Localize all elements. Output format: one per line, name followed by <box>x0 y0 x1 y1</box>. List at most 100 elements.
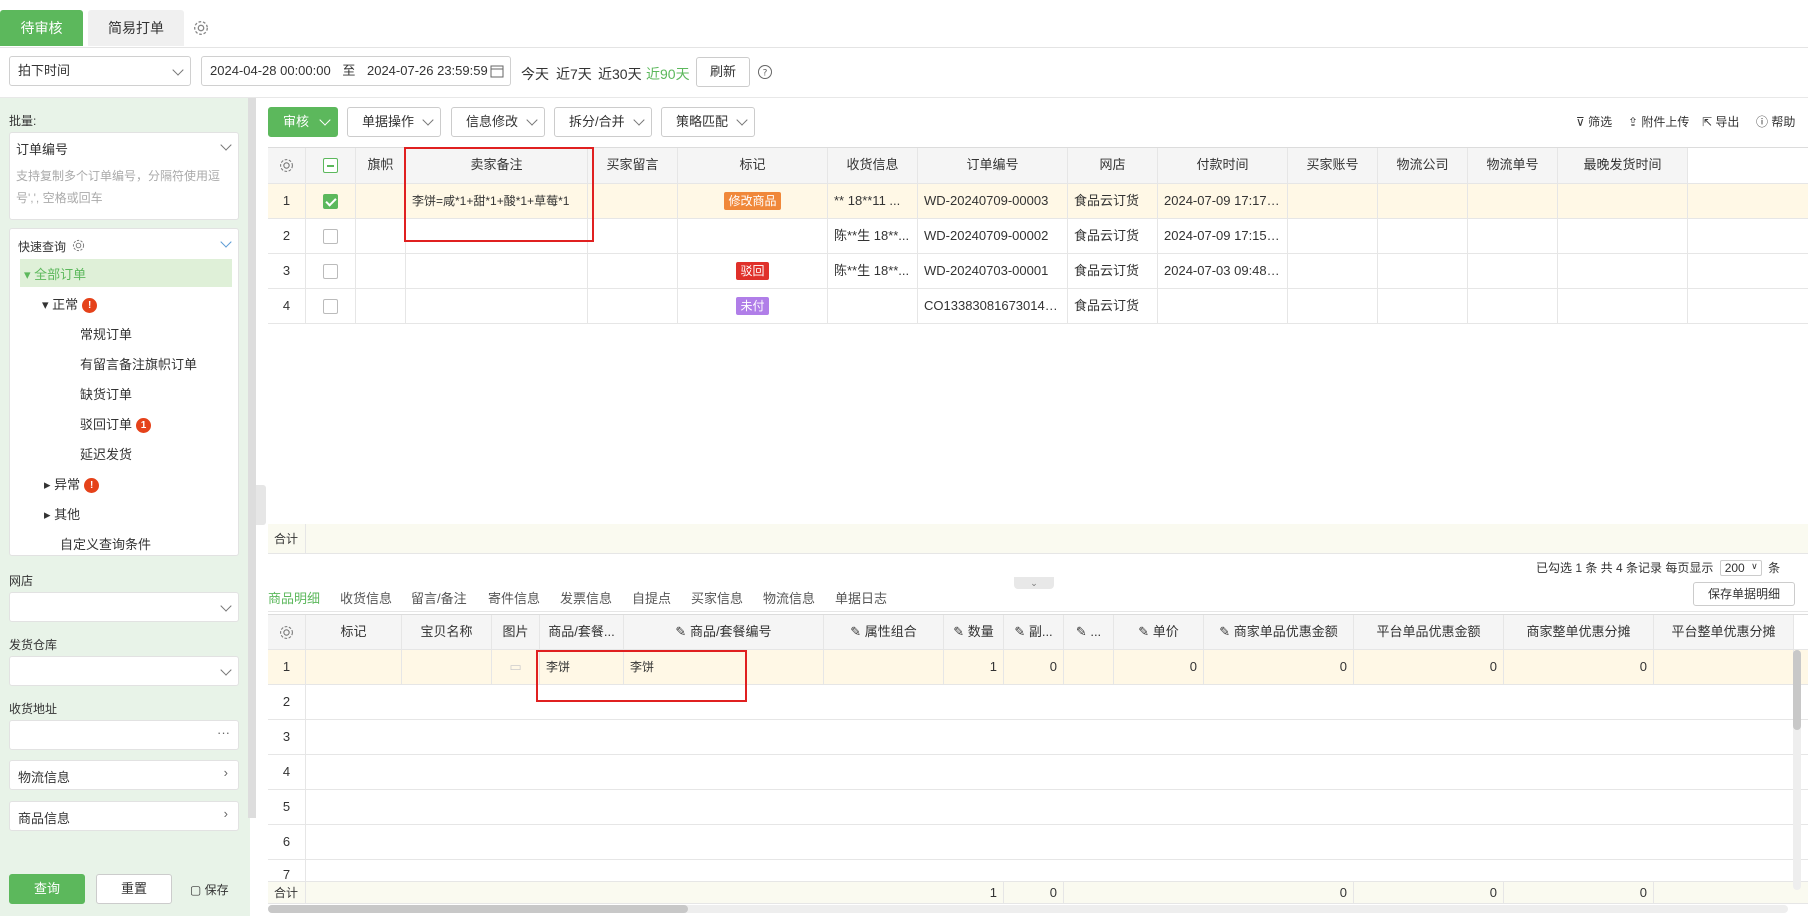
seller-note-cell[interactable] <box>406 289 588 323</box>
quick-30days[interactable]: 近30天 <box>598 64 642 84</box>
table-row[interactable]: 3 驳回 陈**生 18**... WD-20240703-00001 食品云订… <box>268 254 1808 289</box>
logistics-info[interactable]: 物流信息 › <box>9 760 239 790</box>
shop-select[interactable] <box>9 592 239 622</box>
tree-item-flagged[interactable]: 有留言备注旗帜订单 <box>80 354 197 373</box>
table-row[interactable]: 6 <box>268 825 1808 860</box>
col-shop[interactable]: 网店 <box>1068 148 1158 183</box>
split-merge-menu[interactable]: 拆分/合并 <box>554 107 652 137</box>
row-checkbox[interactable] <box>306 289 356 323</box>
col-logistics[interactable]: 物流公司 <box>1378 148 1468 183</box>
tree-item-rejected[interactable]: 驳回订单 1 <box>80 414 152 434</box>
tree-item-custom[interactable]: 自定义查询条件 <box>60 534 151 553</box>
tab-goods-detail[interactable]: 商品明细 <box>268 588 320 607</box>
table-row[interactable]: 7 <box>268 860 1808 882</box>
gear-icon[interactable] <box>279 158 294 173</box>
upload-button[interactable]: ⇪ 附件上传 <box>1628 113 1689 130</box>
help-button[interactable]: ⓘ 帮助 <box>1756 113 1795 130</box>
tree-item-delayed[interactable]: 延迟发货 <box>80 444 132 463</box>
save-query-button[interactable]: ▢ 保存 <box>190 881 229 898</box>
col-goods-code[interactable]: ✎ 商品/套餐编号 <box>624 615 824 649</box>
batch-textarea[interactable]: 支持复制多个订单编号，分隔符使用逗号',', 空格或回车 <box>16 165 231 209</box>
col-latest-ship[interactable]: 最晚发货时间 <box>1558 148 1688 183</box>
col-price[interactable]: ✎ 单价 <box>1114 615 1204 649</box>
attrs-cell[interactable] <box>824 650 944 684</box>
collapse-handle[interactable] <box>256 485 266 525</box>
col-settings[interactable] <box>268 615 306 649</box>
doc-ops-menu[interactable]: 单据操作 <box>347 107 441 137</box>
merchant-item-disc-cell[interactable]: 0 <box>1204 650 1354 684</box>
col-sub[interactable]: ✎ 副... <box>1004 615 1064 649</box>
quick-90days[interactable]: 近90天 <box>646 64 690 84</box>
approve-button[interactable]: 审核 <box>268 107 338 137</box>
col-order-no[interactable]: 订单编号 <box>918 148 1068 183</box>
more-cell[interactable] <box>1064 650 1114 684</box>
tree-item-regular[interactable]: 常规订单 <box>80 324 132 343</box>
sub-cell[interactable]: 0 <box>1004 650 1064 684</box>
col-merchant-order-disc[interactable]: 商家整单优惠分摊 <box>1504 615 1654 649</box>
tab-pending-review[interactable]: 待审核 <box>0 10 83 46</box>
date-range-picker[interactable]: 2024-04-28 00:00:00 至 2024-07-26 23:59:5… <box>201 56 511 86</box>
address-input[interactable]: ··· <box>9 720 239 750</box>
info-edit-menu[interactable]: 信息修改 <box>451 107 545 137</box>
col-settings[interactable] <box>268 148 306 183</box>
gear-icon[interactable] <box>192 19 210 37</box>
col-pay-time[interactable]: 付款时间 <box>1158 148 1288 183</box>
table-row[interactable]: 4 <box>268 755 1808 790</box>
quick-today[interactable]: 今天 <box>521 64 549 84</box>
gear-icon[interactable] <box>72 239 85 252</box>
detail-hscroll-thumb[interactable] <box>268 905 688 913</box>
batch-type-select[interactable]: 订单编号 <box>16 139 68 158</box>
tab-pickup[interactable]: 自提点 <box>632 588 671 607</box>
col-goods[interactable]: 商品/套餐... <box>540 615 624 649</box>
tree-item-other[interactable]: ▸ 其他 <box>44 504 80 523</box>
tab-receiver[interactable]: 收货信息 <box>340 588 392 607</box>
query-button[interactable]: 查询 <box>9 874 85 904</box>
page-size-select[interactable]: 200 ∨ <box>1719 560 1762 576</box>
table-row[interactable]: 3 <box>268 720 1808 755</box>
checkbox-partial[interactable] <box>323 158 338 174</box>
col-platform-order-disc[interactable]: 平台整单优惠分摊 <box>1654 615 1794 649</box>
table-row[interactable]: 4 未付 CO133830816730143... 食品云订货 <box>268 289 1808 324</box>
filter-button[interactable]: ⊽ 筛选 <box>1576 113 1612 130</box>
tree-item-normal[interactable]: ▾ 正常! <box>42 294 98 314</box>
save-detail-button[interactable]: 保存单据明细 <box>1693 582 1795 606</box>
col-platform-item-disc[interactable]: 平台单品优惠金额 <box>1354 615 1504 649</box>
chevron-down-icon[interactable] <box>220 236 232 248</box>
col-qty[interactable]: ✎ 数量 <box>944 615 1004 649</box>
row-checkbox[interactable] <box>306 184 356 218</box>
checkbox[interactable] <box>323 264 338 280</box>
tab-buyer[interactable]: 买家信息 <box>691 588 743 607</box>
quick-7days[interactable]: 近7天 <box>556 64 592 84</box>
time-type-select[interactable]: 拍下时间 <box>9 56 191 86</box>
seller-note-cell[interactable] <box>406 254 588 288</box>
checkbox-checked[interactable] <box>323 194 338 210</box>
refresh-button[interactable]: 刷新 <box>696 57 750 87</box>
gear-icon[interactable] <box>279 625 294 640</box>
tab-simple-print[interactable]: 简易打单 <box>88 10 184 46</box>
tab-logistics[interactable]: 物流信息 <box>763 588 815 607</box>
qty-cell[interactable]: 1 <box>944 650 1004 684</box>
col-flag[interactable]: 旗帜 <box>356 148 406 183</box>
tab-sender[interactable]: 寄件信息 <box>488 588 540 607</box>
detail-vscroll-thumb[interactable] <box>1793 650 1801 730</box>
row-checkbox[interactable] <box>306 254 356 288</box>
table-row[interactable]: 5 <box>268 790 1808 825</box>
help-icon[interactable]: ? <box>757 64 773 80</box>
tree-item-stockout[interactable]: 缺货订单 <box>80 384 132 403</box>
row-checkbox[interactable] <box>306 219 356 253</box>
col-item-name[interactable]: 宝贝名称 <box>402 615 492 649</box>
table-row[interactable]: 2 <box>268 685 1808 720</box>
tree-item-abnormal[interactable]: ▸ 异常! <box>44 474 100 494</box>
warehouse-select[interactable] <box>9 656 239 686</box>
col-merchant-item-disc[interactable]: ✎ 商家单品优惠金额 <box>1204 615 1354 649</box>
detail-hscroll[interactable] <box>268 905 1788 913</box>
col-buyer-account[interactable]: 买家账号 <box>1288 148 1378 183</box>
tab-invoice[interactable]: 发票信息 <box>560 588 612 607</box>
table-row[interactable]: 1 ▭ 李饼 李饼 1 0 0 0 0 0 <box>268 650 1808 685</box>
col-image[interactable]: 图片 <box>492 615 540 649</box>
tab-log[interactable]: 单据日志 <box>835 588 887 607</box>
more-icon[interactable]: ··· <box>217 725 230 740</box>
col-receiver[interactable]: 收货信息 <box>828 148 918 183</box>
select-all-checkbox[interactable] <box>306 148 356 183</box>
col-tracking[interactable]: 物流单号 <box>1468 148 1558 183</box>
